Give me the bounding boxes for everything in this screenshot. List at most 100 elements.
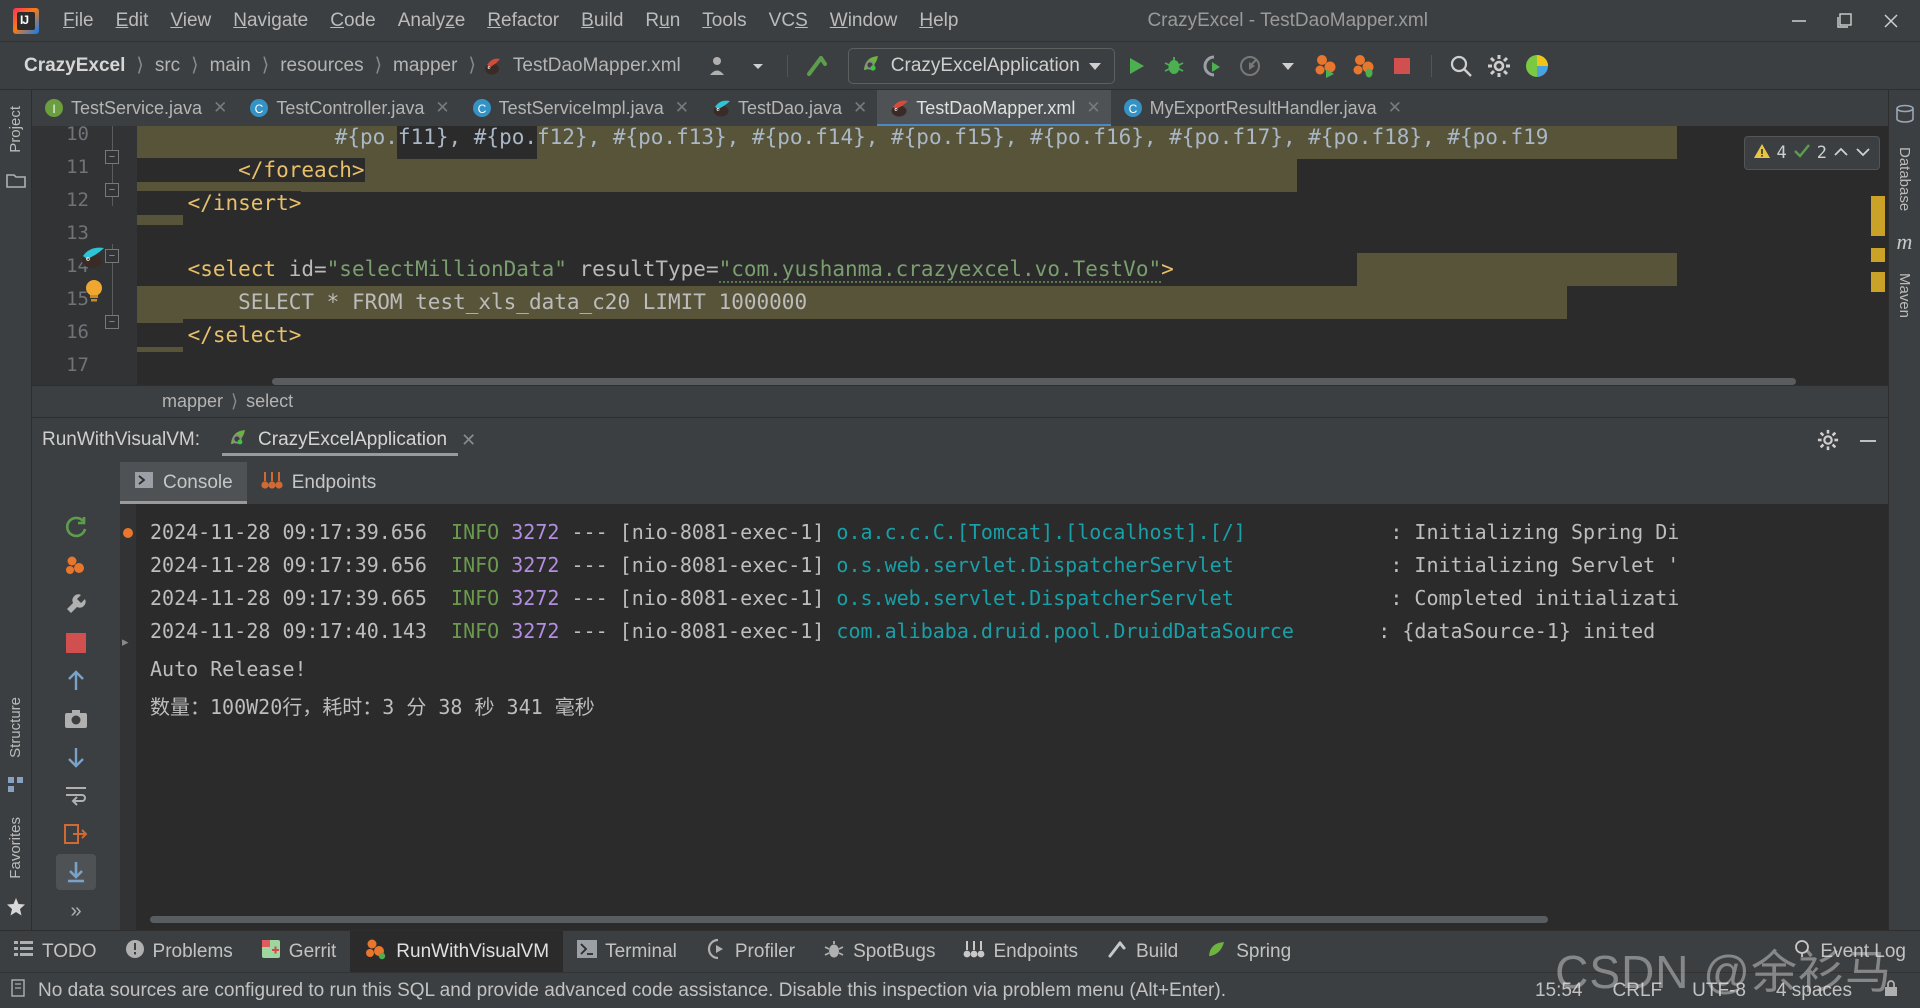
code-content[interactable]: #{po.f11}, #{po.f12}, #{po.f13}, #{po.f1…	[137, 126, 1888, 385]
close-icon[interactable]: ✕	[213, 98, 227, 118]
gear-icon[interactable]	[1808, 418, 1848, 462]
ide-status-icon[interactable]	[1520, 49, 1554, 83]
sidebar-item-structure[interactable]: Structure	[5, 687, 26, 768]
user-icon[interactable]	[703, 49, 737, 83]
lock-icon[interactable]	[1872, 979, 1910, 1003]
status-line-separator[interactable]: CRLF	[1603, 980, 1673, 1002]
close-icon[interactable]: ✕	[1086, 98, 1100, 118]
close-icon[interactable]: ✕	[1388, 98, 1402, 118]
menu-run[interactable]: Run	[634, 6, 691, 36]
inspection-widget[interactable]: 4 2	[1743, 136, 1880, 170]
sidebar-item-favorites[interactable]: Favorites	[5, 807, 26, 889]
chevron-down-icon[interactable]	[1271, 49, 1305, 83]
bottom-tab-gerrit[interactable]: Gerrit	[247, 931, 351, 972]
bottom-tab-spotbugs[interactable]: SpotBugs	[809, 931, 949, 972]
stop-button[interactable]	[1385, 49, 1419, 83]
folder-icon[interactable]	[5, 171, 26, 194]
bottom-tab-endpoints[interactable]: Endpoints	[949, 931, 1092, 972]
editor-tab-testservice[interactable]: I TestService.java ✕	[32, 90, 237, 126]
build-icon[interactable]	[800, 49, 834, 83]
profile-button[interactable]	[1233, 49, 1267, 83]
search-icon[interactable]	[1444, 49, 1478, 83]
minimize-button[interactable]	[1776, 0, 1822, 42]
breadcrumb-mapper[interactable]: mapper	[389, 53, 461, 79]
close-icon[interactable]: ✕	[675, 98, 689, 118]
visualvm-debug-icon[interactable]	[1347, 49, 1381, 83]
tab-endpoints[interactable]: Endpoints	[247, 462, 391, 504]
exit-icon[interactable]	[56, 816, 96, 852]
chevron-up-icon[interactable]	[1833, 143, 1849, 163]
run-configuration-selector[interactable]: CrazyExcelApplication	[847, 47, 1115, 84]
bottom-tab-terminal[interactable]: Terminal	[563, 931, 691, 972]
editor-tab-testcontroller[interactable]: C TestController.java ✕	[237, 90, 459, 126]
run-with-coverage-button[interactable]	[1195, 49, 1229, 83]
bottom-tab-spring[interactable]: Spring	[1192, 931, 1305, 972]
menu-tools[interactable]: Tools	[691, 6, 757, 36]
breadcrumb-resources[interactable]: resources	[276, 53, 367, 79]
bottom-tab-runwithvisualvm[interactable]: RunWithVisualVM	[350, 931, 564, 972]
breadcrumb-project[interactable]: CrazyExcel	[20, 53, 129, 79]
error-stripe-marker[interactable]	[1871, 248, 1885, 262]
editor-breadcrumb-select[interactable]: select	[246, 391, 293, 412]
hide-tool-window-button[interactable]	[1848, 418, 1888, 462]
camera-icon[interactable]	[56, 701, 96, 737]
breadcrumb-file[interactable]: TestDaoMapper.xml	[509, 53, 685, 79]
menu-view[interactable]: View	[159, 6, 222, 36]
event-log-button[interactable]: Event Log	[1778, 931, 1920, 972]
editor-tab-testserviceimpl[interactable]: C TestServiceImpl.java ✕	[460, 90, 699, 126]
chevron-down-icon[interactable]	[741, 49, 775, 83]
close-button[interactable]	[1868, 0, 1914, 42]
chevron-down-icon[interactable]	[1855, 143, 1871, 163]
menu-help[interactable]: Help	[908, 6, 969, 36]
menu-window[interactable]: Window	[819, 6, 909, 36]
menu-analyze[interactable]: Analyze	[387, 6, 477, 36]
tab-console[interactable]: Console	[120, 462, 247, 504]
console-horizontal-scrollbar[interactable]	[150, 915, 1548, 924]
mybatis-navigate-icon[interactable]	[78, 244, 108, 275]
sidebar-item-maven[interactable]: Maven	[1894, 263, 1915, 328]
more-actions-icon[interactable]: »	[56, 894, 96, 930]
star-icon[interactable]	[6, 897, 26, 922]
scroll-down-icon[interactable]	[56, 739, 96, 775]
console-output[interactable]: 2024-11-28 09:17:39.656 INFO 3272 --- [n…	[136, 504, 1888, 930]
breadcrumb-src[interactable]: src	[151, 53, 184, 79]
soft-wrap-icon[interactable]	[56, 777, 96, 813]
editor-gutter[interactable]: 10 11 12 13 14 15 16 17 − − − −	[32, 123, 137, 385]
bottom-tab-problems[interactable]: Problems	[111, 931, 247, 972]
menu-edit[interactable]: Edit	[105, 6, 160, 36]
breadcrumb-main[interactable]: main	[206, 53, 255, 79]
fold-collapse-icon[interactable]: −	[105, 183, 119, 197]
thread-dump-icon[interactable]	[56, 548, 96, 584]
maximize-button[interactable]	[1822, 0, 1868, 42]
sidebar-item-project[interactable]: Project	[5, 96, 26, 163]
menu-build[interactable]: Build	[570, 6, 634, 36]
menu-navigate[interactable]: Navigate	[222, 6, 319, 36]
intention-bulb-icon[interactable]	[82, 278, 106, 309]
error-stripe-marker[interactable]	[1871, 272, 1885, 292]
bottom-tab-todo[interactable]: TODO	[0, 931, 111, 972]
editor-tab-myexportresulthandler[interactable]: C MyExportResultHandler.java ✕	[1111, 90, 1412, 126]
gear-icon[interactable]	[1482, 49, 1516, 83]
menu-vcs[interactable]: VCS	[758, 6, 819, 36]
status-indent[interactable]: 4 spaces	[1766, 980, 1862, 1002]
stop-icon[interactable]	[56, 625, 96, 661]
debug-button[interactable]	[1157, 49, 1191, 83]
close-icon[interactable]: ✕	[461, 430, 476, 451]
close-icon[interactable]: ✕	[853, 98, 867, 118]
wrench-icon[interactable]	[56, 586, 96, 622]
menu-refactor[interactable]: Refactor	[476, 6, 570, 36]
menu-code[interactable]: Code	[319, 6, 386, 36]
fold-collapse-icon[interactable]: −	[105, 150, 119, 164]
run-button[interactable]	[1119, 49, 1153, 83]
editor-breadcrumb-mapper[interactable]: mapper	[162, 391, 223, 412]
rerun-icon[interactable]	[56, 510, 96, 546]
editor-horizontal-scrollbar[interactable]	[242, 376, 1866, 385]
code-editor[interactable]: 10 11 12 13 14 15 16 17 − − − − #{po.f11…	[32, 123, 1888, 385]
menu-file[interactable]: File	[52, 6, 105, 36]
database-icon[interactable]	[1895, 104, 1915, 129]
scroll-up-icon[interactable]	[56, 663, 96, 699]
fold-collapse-icon[interactable]: −	[105, 315, 119, 329]
run-session-tab[interactable]: CrazyExcelApplication ✕	[222, 418, 482, 462]
scroll-to-end-icon[interactable]	[56, 853, 96, 890]
error-stripe-marker[interactable]	[1871, 196, 1885, 236]
